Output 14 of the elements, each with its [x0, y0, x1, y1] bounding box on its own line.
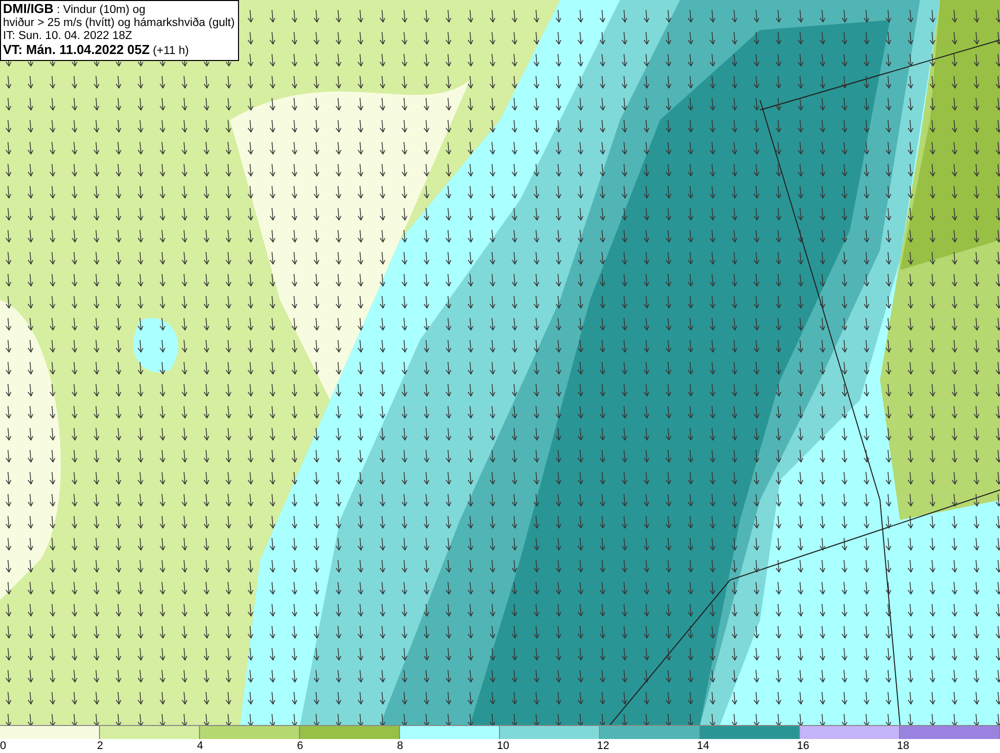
scale-label: 4 — [197, 740, 204, 752]
info-text: hviður > 25 m/s (hvítt) og hámarkshviða (gult) — [3, 17, 235, 30]
info-text: DMI/IGB : Vindur (10m) og — [3, 2, 146, 17]
scale-label: 18 — [897, 740, 910, 752]
scale-label: 2 — [97, 740, 104, 752]
scale-label: 14 — [697, 740, 710, 752]
info-text: VT: Mán. 11.04.2022 05Z (+11 h) — [3, 43, 190, 58]
scale-label: 10 — [497, 740, 510, 752]
scale-label: 8 — [397, 740, 404, 752]
info-text: IT: Sun. 10. 04. 2022 18Z — [3, 30, 134, 43]
scale-label: 16 — [797, 740, 810, 752]
scale-label: 0 — [0, 740, 6, 752]
scale-label: 6 — [297, 740, 304, 752]
scale-label: 12 — [597, 740, 610, 752]
